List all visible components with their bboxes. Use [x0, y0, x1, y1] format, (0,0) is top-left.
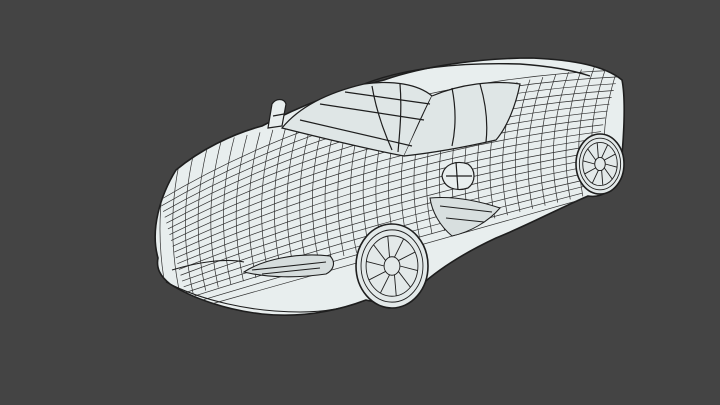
- side-mirror-right: [441, 161, 475, 191]
- front-wheel: [355, 223, 429, 309]
- wireframe-render: [0, 0, 720, 405]
- rear-wheel: [575, 133, 625, 195]
- 3d-viewport[interactable]: [0, 0, 720, 405]
